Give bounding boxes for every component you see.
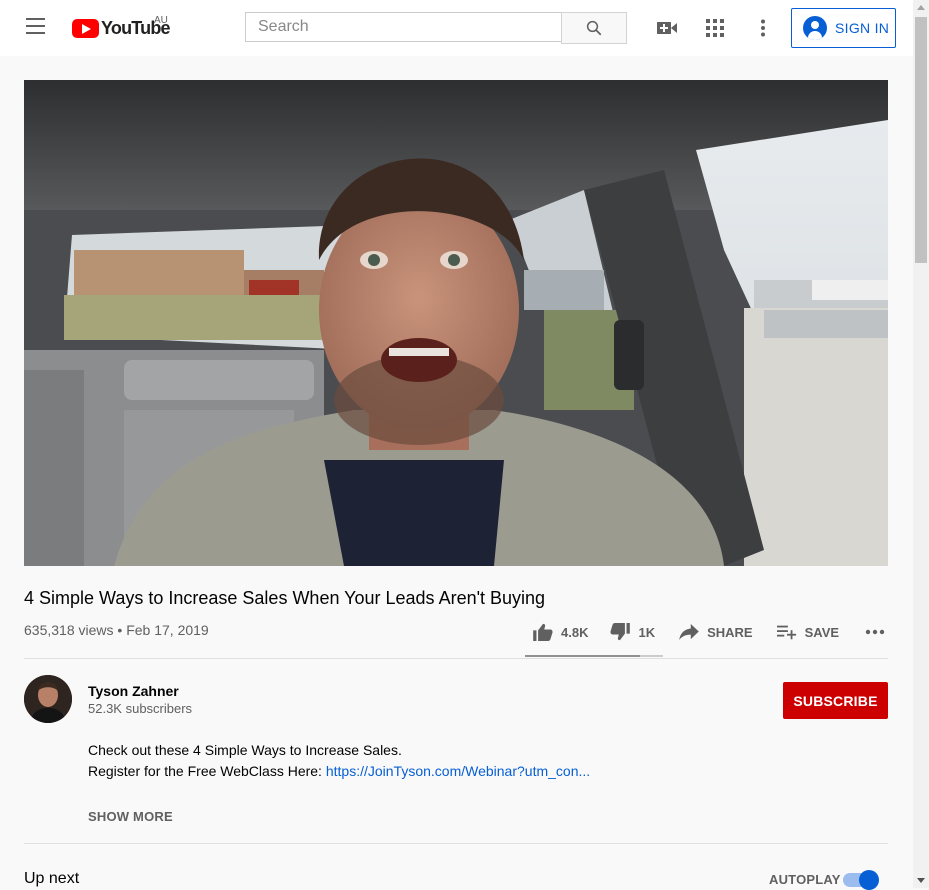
- subscriber-count: 52.3K subscribers: [88, 701, 193, 716]
- dislike-count: 1K: [638, 624, 656, 640]
- settings-menu-button[interactable]: [751, 16, 775, 40]
- share-label: SHARE: [707, 624, 753, 640]
- view-count: 635,318 views: [24, 622, 114, 638]
- video-meta: 635,318 views • Feb 17, 2019: [24, 622, 209, 638]
- share-button[interactable]: SHARE: [679, 624, 753, 640]
- search-input[interactable]: [245, 12, 561, 42]
- meta-separator: •: [117, 622, 127, 638]
- video-actions: 4.8K 1K SHARE SAVE: [525, 614, 893, 650]
- autoplay-toggle-knob: [859, 870, 879, 890]
- description-line-2: Register for the Free WebClass Here: htt…: [88, 761, 590, 782]
- sign-in-button[interactable]: SIGN IN: [791, 8, 896, 48]
- region-label: AU: [154, 15, 168, 26]
- up-next-heading: Up next: [24, 870, 80, 887]
- channel-avatar[interactable]: [24, 675, 72, 723]
- more-actions-button[interactable]: [865, 629, 893, 635]
- apps-button[interactable]: [703, 16, 727, 40]
- video-title: 4 Simple Ways to Increase Sales When You…: [24, 588, 546, 608]
- dislike-button[interactable]: 1K: [610, 623, 655, 641]
- sign-in-label: SIGN IN: [835, 20, 890, 36]
- scroll-up-arrow-icon[interactable]: [917, 5, 925, 10]
- youtube-logo[interactable]: YouTube AU: [72, 15, 171, 39]
- search-icon: [586, 20, 602, 36]
- channel-name[interactable]: Tyson Zahner: [88, 683, 179, 699]
- youtube-logo-icon: [72, 18, 99, 38]
- create-video-button[interactable]: [655, 16, 679, 40]
- subscribe-button[interactable]: SUBSCRIBE: [783, 682, 888, 719]
- upload-date: Feb 17, 2019: [126, 622, 209, 638]
- apps-grid-icon: [706, 19, 724, 37]
- more-vert-icon: [761, 19, 765, 37]
- like-button[interactable]: 4.8K: [533, 623, 588, 641]
- autoplay-toggle[interactable]: [843, 870, 879, 890]
- scroll-thumb[interactable]: [915, 17, 927, 263]
- save-button[interactable]: SAVE: [776, 624, 840, 640]
- autoplay-label: AUTOPLAY: [769, 872, 841, 887]
- create-video-icon: [657, 22, 677, 34]
- video-frame: [24, 80, 888, 566]
- thumb-down-icon: [610, 623, 631, 641]
- sentiment-bar: [525, 655, 663, 657]
- search-button[interactable]: [561, 12, 627, 44]
- avatar-image: [24, 675, 72, 723]
- thumb-up-icon: [533, 623, 553, 641]
- menu-icon[interactable]: [24, 18, 48, 38]
- share-icon: [679, 624, 699, 640]
- scroll-down-arrow-icon[interactable]: [917, 878, 925, 883]
- page-scrollbar[interactable]: [913, 0, 929, 888]
- video-description: Check out these 4 Simple Ways to Increas…: [88, 740, 590, 782]
- more-horiz-icon: [865, 629, 885, 635]
- show-more-button[interactable]: SHOW MORE: [88, 809, 173, 824]
- account-icon: [803, 16, 827, 40]
- save-label: SAVE: [804, 624, 840, 640]
- webinar-link[interactable]: https://JoinTyson.com/Webinar?utm_con...: [326, 763, 590, 779]
- description-line-1: Check out these 4 Simple Ways to Increas…: [88, 742, 402, 758]
- divider: [24, 843, 888, 844]
- video-player[interactable]: [24, 80, 888, 566]
- playlist-add-icon: [776, 625, 796, 640]
- like-count: 4.8K: [561, 624, 589, 640]
- divider: [24, 658, 888, 659]
- masthead: YouTube AU SIGN IN: [0, 0, 913, 56]
- description-line-2-prefix: Register for the Free WebClass Here:: [88, 763, 326, 779]
- sentiment-like-fill: [525, 655, 640, 657]
